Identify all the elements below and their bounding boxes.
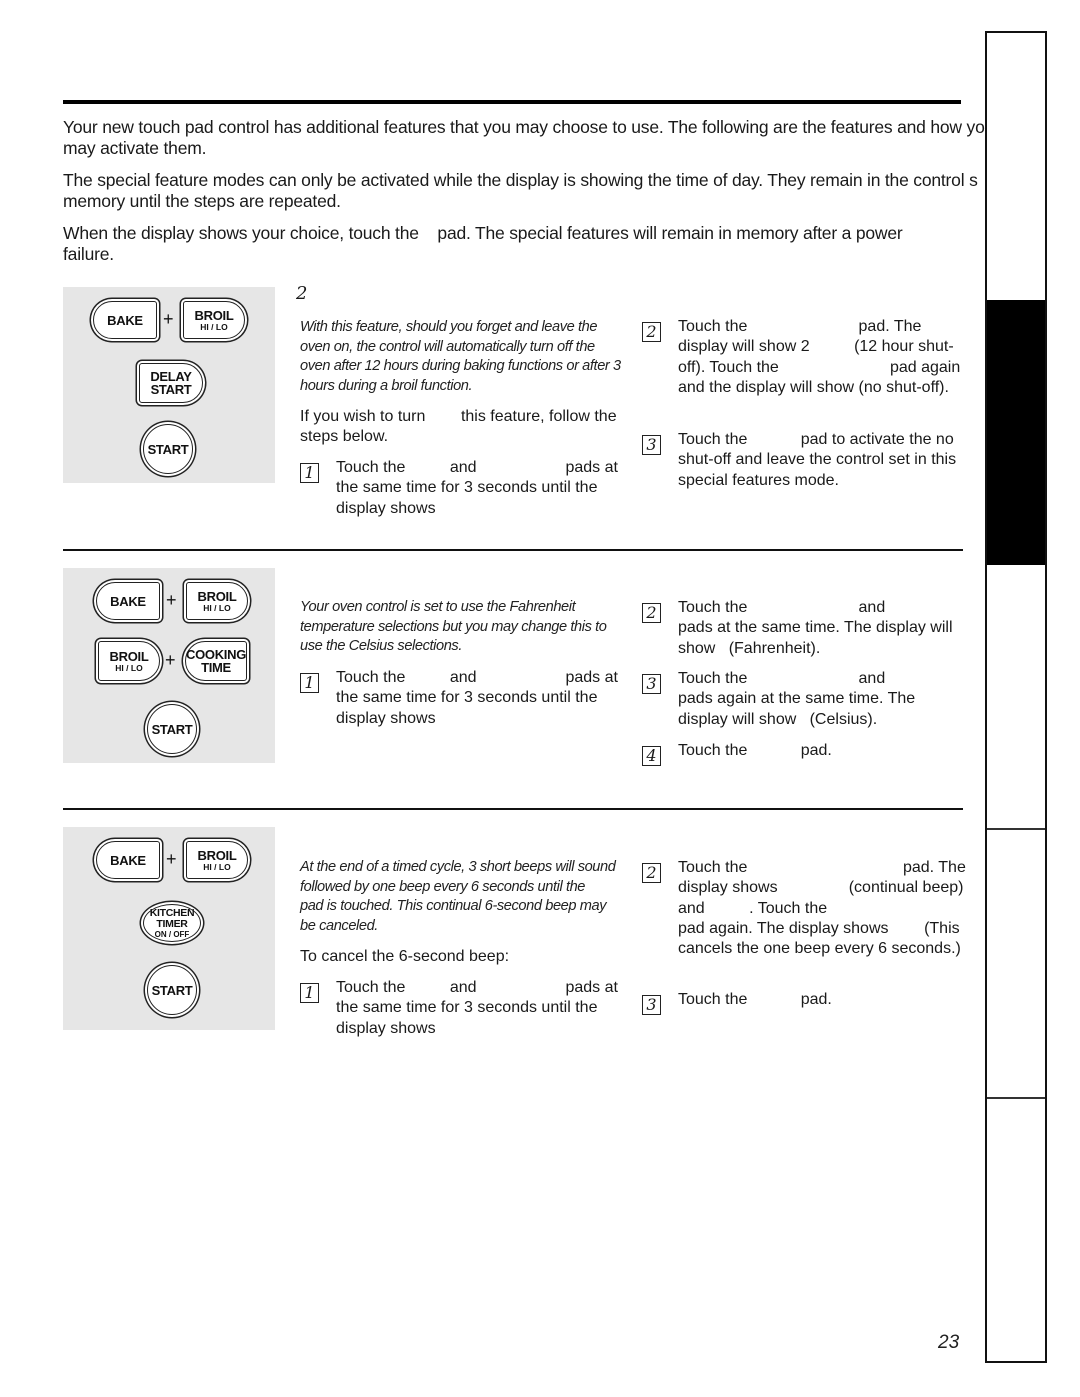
section-1-step-1: 1 Touch the and pads at the same time fo… bbox=[300, 458, 626, 519]
step-text: Touch the pad. bbox=[678, 991, 832, 1008]
bake-pad-label: BAKE bbox=[110, 852, 146, 868]
section-1-step-2: 2 Touch the pad. The display will show 2… bbox=[642, 317, 968, 398]
step-text: Touch the and pads at the same time for … bbox=[336, 669, 623, 727]
start-pad-label: START bbox=[151, 982, 193, 998]
step-number-box: 1 bbox=[300, 983, 319, 1003]
section-3-description: At the end of a timed cycle, 3 short bee… bbox=[300, 859, 670, 934]
step-number-box: 1 bbox=[300, 463, 319, 483]
section-1-subtext: If you wish to turn this feature, follow… bbox=[300, 408, 622, 446]
top-rule bbox=[63, 100, 961, 104]
plus-sign: + bbox=[163, 309, 174, 329]
section-divider bbox=[63, 549, 963, 551]
start-pad[interactable]: START bbox=[147, 704, 197, 754]
kitchen-timer-sublabel: ON / OFF bbox=[154, 929, 190, 939]
cooking-time-label-2: TIME bbox=[201, 660, 231, 675]
section-2-step-1: 1 Touch the and pads at the same time fo… bbox=[300, 668, 626, 729]
intro-paragraph-2: The special feature modes can only be ac… bbox=[63, 170, 993, 212]
step-text: Touch the pad. The display shows (contin… bbox=[678, 859, 983, 958]
section-divider bbox=[63, 808, 963, 810]
intro-text-3: When the display shows your choice, touc… bbox=[63, 223, 908, 264]
step-text: Touch the and pads at the same time for … bbox=[336, 979, 623, 1037]
broil-pad[interactable]: BROIL HI / LO bbox=[186, 841, 248, 879]
step-text: Touch the pad to activate the no shut-of… bbox=[678, 431, 961, 489]
step-text: Touch the and pads again at the same tim… bbox=[678, 670, 944, 728]
broil-pad-label: BROIL bbox=[194, 307, 234, 323]
step-number-box: 3 bbox=[642, 435, 661, 455]
start-pad-label: START bbox=[147, 441, 189, 457]
step-number-box: 4 bbox=[642, 746, 661, 766]
section-3-subtext: To cancel the 6-second beep: bbox=[300, 948, 510, 965]
step-number-box: 3 bbox=[642, 995, 661, 1015]
section-3-step-2: 2 Touch the pad. The display shows (cont… bbox=[642, 858, 970, 959]
side-tab-divider bbox=[987, 1097, 1045, 1099]
kitchen-timer-pad[interactable]: KITCHEN TIMER ON / OFF bbox=[143, 904, 201, 942]
bake-pad[interactable]: BAKE bbox=[96, 582, 160, 620]
intro-paragraph-1: Your new touch pad control has additiona… bbox=[63, 117, 1008, 159]
step-text: Touch the and pads at the same time. The… bbox=[678, 599, 957, 657]
step-number-box: 1 bbox=[300, 673, 319, 693]
plus-sign: + bbox=[166, 590, 177, 610]
broil-pad-label: BROIL bbox=[197, 847, 237, 863]
delay-start-pad[interactable]: DELAY START bbox=[139, 363, 203, 403]
bake-pad-label: BAKE bbox=[107, 312, 143, 328]
side-tab-active-section[interactable] bbox=[987, 300, 1045, 565]
step-text: Touch the pad. The display will show 2 (… bbox=[678, 318, 965, 396]
section-2-pad-panel: BAKE + BROIL HI / LO BROIL HI / LO + COO… bbox=[63, 568, 275, 763]
section-2-description: Your oven control is set to use the Fahr… bbox=[300, 599, 607, 654]
section-1-heading-glyph: 2 bbox=[296, 283, 308, 304]
step-text: Touch the and pads at the same time for … bbox=[336, 459, 623, 517]
plus-sign: + bbox=[166, 849, 177, 869]
section-1-pad-panel: BAKE + BROIL HI / LO DELAY START START bbox=[63, 287, 275, 483]
section-1-description: With this feature, should you forget and… bbox=[300, 319, 621, 394]
start-pad[interactable]: START bbox=[143, 424, 193, 474]
cooking-time-pad[interactable]: COOKING TIME bbox=[185, 641, 247, 681]
section-3-step-3: 3 Touch the pad. bbox=[642, 990, 968, 1015]
step-number-box: 2 bbox=[642, 603, 661, 623]
broil-pad[interactable]: BROIL HI / LO bbox=[183, 301, 245, 339]
step-number-box: 2 bbox=[642, 322, 661, 342]
side-tab-index bbox=[985, 31, 1047, 1363]
section-2-step-4: 4 Touch the pad. bbox=[642, 741, 968, 766]
kitchen-timer-label-2: TIMER bbox=[156, 917, 188, 930]
broil-pad-label: BROIL bbox=[109, 648, 149, 664]
bake-pad[interactable]: BAKE bbox=[93, 301, 157, 339]
broil-pad-2[interactable]: BROIL HI / LO bbox=[98, 641, 160, 681]
kitchen-timer-label-1: KITCHEN bbox=[149, 906, 195, 919]
broil-pad-sublabel: HI / LO bbox=[203, 602, 231, 613]
side-tab-divider bbox=[987, 828, 1045, 830]
section-1-step-3: 3 Touch the pad to activate the no shut-… bbox=[642, 430, 968, 491]
delay-start-label-2: START bbox=[150, 382, 192, 397]
step-text: Touch the pad. bbox=[678, 742, 832, 759]
section-3-pad-panel: BAKE + BROIL HI / LO KITCHEN TIMER ON / … bbox=[63, 827, 275, 1030]
broil-pad-sublabel: HI / LO bbox=[115, 662, 143, 673]
broil-pad-sublabel: HI / LO bbox=[203, 861, 231, 872]
page-number: 23 bbox=[938, 1332, 960, 1353]
section-3-step-1: 1 Touch the and pads at the same time fo… bbox=[300, 978, 626, 1039]
broil-pad[interactable]: BROIL HI / LO bbox=[186, 582, 248, 620]
plus-sign: + bbox=[165, 650, 176, 670]
section-2-step-3: 3 Touch the and pads again at the same t… bbox=[642, 669, 968, 730]
intro-text-2: The special feature modes can only be ac… bbox=[63, 170, 978, 211]
start-pad-label: START bbox=[151, 721, 193, 737]
step-number-box: 3 bbox=[642, 674, 661, 694]
intro-text-1: Your new touch pad control has additiona… bbox=[63, 117, 995, 158]
intro-paragraph-3: When the display shows your choice, touc… bbox=[63, 223, 923, 265]
broil-pad-label: BROIL bbox=[197, 588, 237, 604]
step-number-box: 2 bbox=[642, 863, 661, 883]
section-2-step-2: 2 Touch the and pads at the same time. T… bbox=[642, 598, 968, 659]
start-pad[interactable]: START bbox=[147, 965, 197, 1015]
bake-pad-label: BAKE bbox=[110, 593, 146, 609]
broil-pad-sublabel: HI / LO bbox=[200, 321, 228, 332]
bake-pad[interactable]: BAKE bbox=[96, 841, 160, 879]
